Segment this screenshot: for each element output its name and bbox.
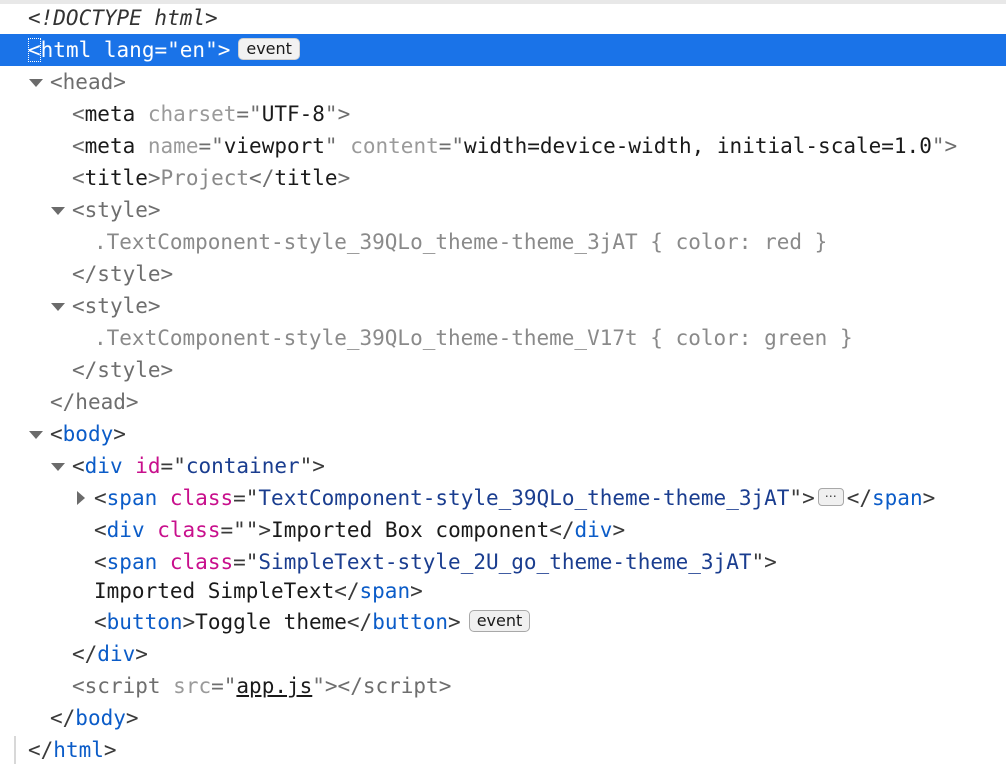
node-title[interactable]: <title>Project</title> — [0, 162, 1006, 194]
node-html[interactable]: <html lang="en"> event — [0, 34, 1006, 66]
script-src-link[interactable]: app.js — [236, 674, 312, 698]
node-span-simpletext[interactable]: <span class="SimpleText-style_2U_go_them… — [0, 546, 1006, 578]
node-head[interactable]: <head> — [0, 66, 1006, 98]
node-button[interactable]: <button>Toggle theme</button> event — [0, 606, 1006, 638]
node-html-close[interactable]: </html> — [0, 734, 1006, 766]
node-meta-viewport[interactable]: <meta name="viewport" content="width=dev… — [0, 130, 1006, 162]
expand-toggle-icon[interactable] — [50, 194, 66, 226]
node-doctype[interactable]: <!DOCTYPE html> — [0, 2, 1006, 34]
node-span-textcomponent[interactable]: <span class="TextComponent-style_39QLo_t… — [0, 482, 1006, 514]
node-style-2-text[interactable]: .TextComponent-style_39QLo_theme-theme_V… — [0, 322, 1006, 354]
tag-name: html — [40, 38, 92, 62]
node-style-1-close[interactable]: </style> — [0, 258, 1006, 290]
node-style-1-text[interactable]: .TextComponent-style_39QLo_theme-theme_3… — [0, 226, 1006, 258]
node-div-close[interactable]: </div> — [0, 638, 1006, 670]
node-meta-charset[interactable]: <meta charset="UTF-8"> — [0, 98, 1006, 130]
node-body-close[interactable]: </body> — [0, 702, 1006, 734]
expand-toggle-icon[interactable] — [50, 450, 66, 482]
event-badge[interactable]: event — [468, 610, 531, 632]
node-style-1[interactable]: <style> — [0, 194, 1006, 226]
node-span-simpletext-text[interactable]: Imported SimpleText</span> — [0, 575, 1006, 607]
expand-toggle-icon[interactable] — [28, 66, 44, 98]
node-body[interactable]: <body> — [0, 418, 1006, 450]
expand-toggle-icon[interactable] — [28, 418, 44, 450]
node-head-close[interactable]: </head> — [0, 386, 1006, 418]
node-div-container[interactable]: <div id="container"> — [0, 450, 1006, 482]
collapsed-toggle-icon[interactable] — [74, 482, 90, 514]
doctype-text: <!DOCTYPE html> — [28, 6, 218, 30]
node-script[interactable]: <script src="app.js"></script> — [0, 670, 1006, 702]
expand-toggle-icon[interactable] — [50, 290, 66, 322]
node-div-box[interactable]: <div class="">Imported Box component</di… — [0, 514, 1006, 546]
node-style-2[interactable]: <style> — [0, 290, 1006, 322]
ellipsis-button[interactable]: ⋯ — [817, 488, 844, 506]
event-badge[interactable]: event — [238, 38, 300, 60]
node-style-2-close[interactable]: </style> — [0, 354, 1006, 386]
